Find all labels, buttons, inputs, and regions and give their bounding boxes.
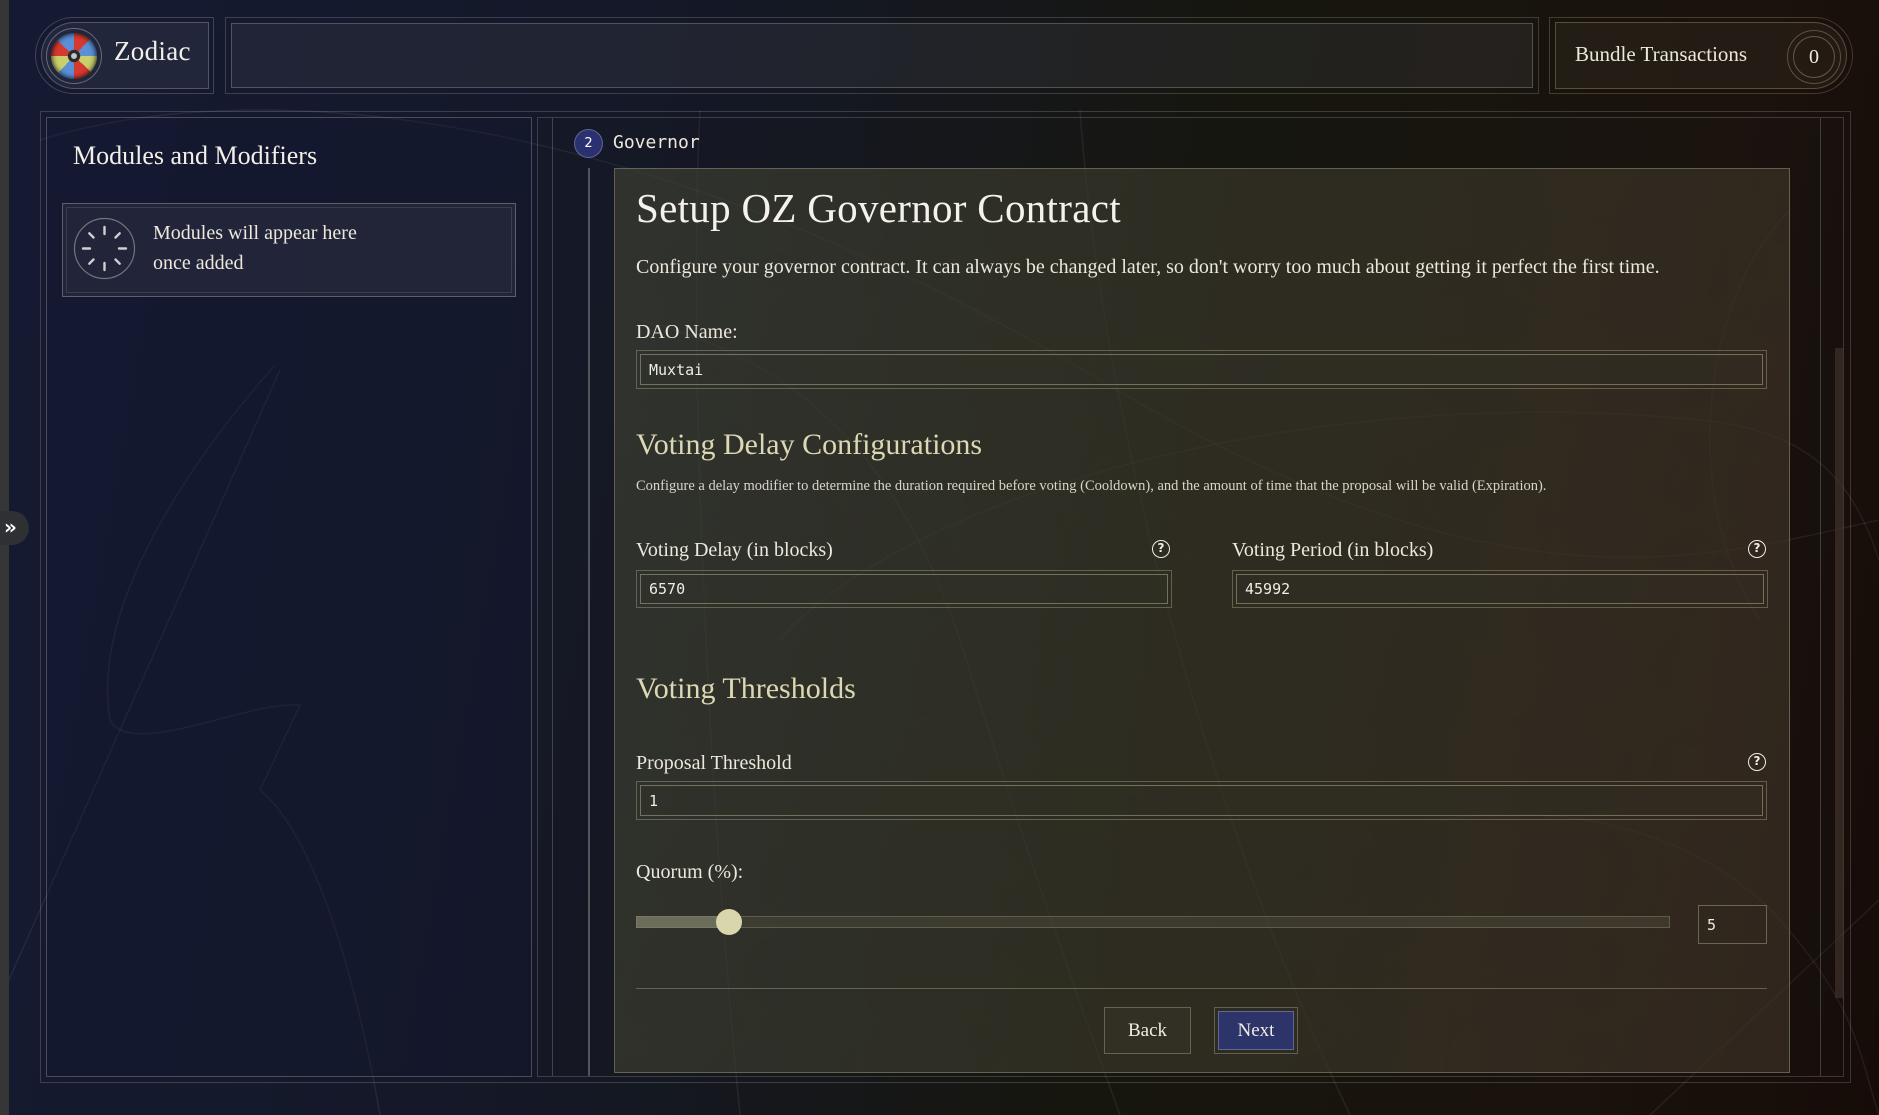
- next-button-label: Next: [1218, 1011, 1294, 1050]
- step-connector-line: [588, 168, 590, 1076]
- bundle-transactions-label: Bundle Transactions: [1575, 42, 1748, 66]
- expand-sidebar-button[interactable]: »: [0, 511, 29, 545]
- quorum-value-input[interactable]: [1699, 906, 1766, 943]
- app-name: Zodiac: [114, 36, 191, 66]
- voting-delay-help-icon[interactable]: ?: [1152, 540, 1170, 558]
- spinner-icon: [73, 217, 136, 280]
- next-button[interactable]: Next: [1214, 1007, 1298, 1054]
- quorum-value-field: [1698, 905, 1767, 944]
- quorum-label: Quorum (%):: [636, 861, 744, 883]
- left-edge-strip: [0, 0, 9, 1115]
- zodiac-logo-icon: [51, 33, 97, 79]
- voting-period-field: [1232, 570, 1768, 608]
- empty-message-line-1: Modules will appear here: [153, 222, 357, 244]
- header-center-bar-inner: [231, 23, 1533, 88]
- governor-form-card: [614, 168, 1790, 1073]
- back-button[interactable]: Back: [1104, 1007, 1191, 1054]
- form-title: Setup OZ Governor Contract: [636, 185, 1121, 231]
- form-description: Configure your governor contract. It can…: [636, 256, 1660, 278]
- form-footer-divider: [636, 988, 1767, 989]
- voting-delay-description: Configure a delay modifier to determine …: [636, 478, 1547, 494]
- step-number-badge: 2: [574, 129, 603, 158]
- voting-delay-heading: Voting Delay Configurations: [636, 428, 983, 461]
- bundle-count-badge: 0: [1793, 36, 1835, 78]
- voting-period-label: Voting Period (in blocks): [1232, 539, 1434, 561]
- voting-period-help-icon[interactable]: ?: [1748, 540, 1766, 558]
- voting-thresholds-heading: Voting Thresholds: [636, 672, 856, 705]
- voting-delay-field: [636, 570, 1172, 608]
- empty-message-line-2: once added: [153, 252, 244, 274]
- dao-name-field: [636, 350, 1767, 389]
- sidebar-title: Modules and Modifiers: [73, 141, 318, 170]
- chevrons-right-icon: »: [4, 515, 17, 539]
- panel-scrollbar[interactable]: [1835, 348, 1843, 998]
- proposal-threshold-field: [636, 781, 1767, 820]
- quorum-slider-fill: [636, 916, 730, 928]
- voting-delay-label: Voting Delay (in blocks): [636, 539, 833, 561]
- step-title: Governor: [613, 132, 700, 153]
- quorum-slider-track[interactable]: [636, 916, 1670, 928]
- dao-name-label: DAO Name:: [636, 321, 738, 343]
- voting-delay-input[interactable]: [641, 575, 1167, 603]
- voting-period-input[interactable]: [1237, 575, 1763, 603]
- modules-empty-message: Modules will appear here once added: [153, 218, 357, 278]
- dao-name-input[interactable]: [641, 355, 1762, 384]
- proposal-threshold-input[interactable]: [641, 786, 1762, 815]
- proposal-threshold-help-icon[interactable]: ?: [1748, 753, 1766, 771]
- proposal-threshold-label: Proposal Threshold: [636, 752, 792, 774]
